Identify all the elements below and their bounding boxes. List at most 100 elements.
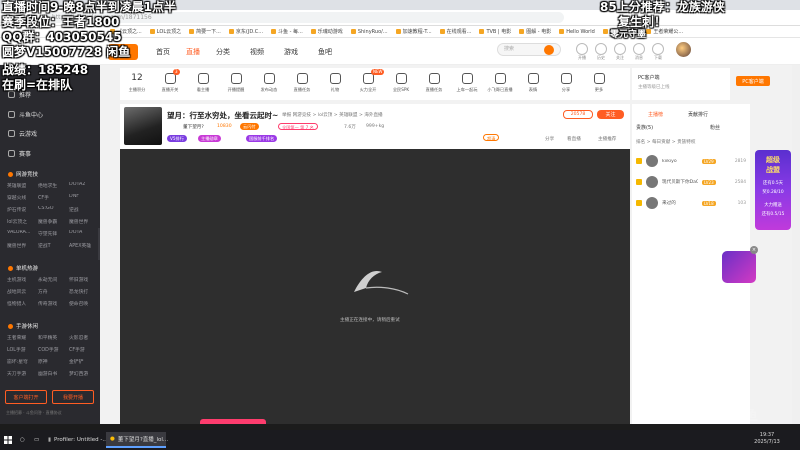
sidebar-category-item[interactable]: 传奇游戏 — [38, 300, 68, 307]
category-item[interactable]: 直播开关 — [155, 70, 185, 100]
category-item[interactable]: 礼物 — [320, 70, 350, 100]
download-icon[interactable] — [652, 43, 664, 55]
follow-button[interactable]: 关注 — [597, 110, 624, 119]
sidebar-category-item[interactable]: 魔兽争霸 — [38, 218, 68, 225]
sidebar-category-item[interactable]: CF手 — [38, 194, 68, 201]
follow-icon[interactable] — [614, 43, 626, 55]
bookmark-item[interactable]: Hello World — [559, 29, 595, 35]
sidebar-category-item[interactable]: 战地风云 — [7, 288, 37, 295]
sidebar-category-item[interactable]: DOTA — [69, 230, 99, 235]
tab-noble[interactable]: 贵族(5) — [636, 124, 653, 131]
sidebar-category-item[interactable]: 恐龙快打 — [69, 288, 99, 295]
quality-tag[interactable]: 超清 — [483, 134, 500, 141]
sidebar-category-item[interactable]: 和平精英 — [38, 334, 68, 341]
sidebar-category-item[interactable]: 怪物猎人 — [7, 300, 37, 307]
tag-v5[interactable]: V5排行 — [167, 135, 187, 142]
page-scrollbar[interactable] — [792, 65, 800, 424]
category-item[interactable]: 看主播 — [188, 70, 218, 100]
floating-promo[interactable] — [722, 251, 756, 283]
sidebar-category-item[interactable]: 穿越火线 — [7, 194, 37, 201]
bookmark-item[interactable]: 加速教程-T... — [395, 28, 432, 35]
sidebar-category-item[interactable]: 王者荣耀 — [7, 334, 37, 341]
taskview-icon[interactable]: ▭ — [30, 432, 44, 448]
start-live-icon[interactable] — [576, 43, 588, 55]
user-avatar[interactable] — [676, 42, 691, 57]
share-button[interactable]: 分享 — [545, 136, 554, 142]
sidebar-section-title[interactable]: 手游休闲 — [8, 322, 38, 330]
sidebar-category-item[interactable]: 原神 — [38, 358, 68, 365]
bookmark-item[interactable]: LOL云顶之 — [149, 28, 181, 35]
open-client-button[interactable]: 客户端打开 — [5, 390, 47, 404]
rank-avatar[interactable] — [646, 155, 658, 167]
taskbar-app-chrome[interactable]: ● 董下望月?直播_lol... — [106, 432, 168, 448]
category-item[interactable]: 更多 — [584, 70, 614, 100]
watch-button[interactable]: 看直播 — [567, 136, 581, 142]
windows-start-icon[interactable] — [0, 432, 16, 448]
sidebar-category-item[interactable]: 守望先锋 — [38, 230, 68, 237]
sidebar-category-item[interactable]: 天刀手游 — [7, 370, 37, 377]
sidebar-category-item[interactable]: COD手游 — [38, 346, 68, 353]
sidebar-category-item[interactable]: 金铲铲 — [69, 358, 99, 365]
sidebar-category-item[interactable]: 永劫无间 — [38, 276, 68, 283]
category-item[interactable]: 分享 — [551, 70, 581, 100]
sidebar-category-item[interactable]: 逆战T — [38, 242, 68, 249]
category-item[interactable]: 12 主播积分 — [122, 70, 152, 100]
nav-video[interactable]: 视频 — [250, 47, 264, 57]
sidebar-category-item[interactable]: 主机游戏 — [7, 276, 37, 283]
bookmark-item[interactable]: ShinyRuo/... — [350, 29, 388, 35]
tag-ranking[interactable]: 国服前千排名 — [246, 135, 278, 142]
streamer-name[interactable]: 董下望月? — [183, 124, 204, 130]
bookmark-item[interactable]: 斗鱼 - 每... — [271, 28, 303, 35]
bookmark-item[interactable]: TVB | 电影 — [479, 28, 511, 35]
sidebar-category-item[interactable]: 英雄联盟 — [7, 182, 37, 189]
sidebar-category-item[interactable]: lol云顶之 — [7, 218, 37, 225]
category-item[interactable]: 直播任务 — [419, 70, 449, 100]
sidebar-category-item[interactable]: CS:GO — [38, 206, 68, 211]
sidebar-category-item[interactable]: 梦幻西游 — [69, 370, 99, 377]
category-item[interactable]: 开播提醒 — [221, 70, 251, 100]
bookmark-item[interactable]: 在线观看... — [439, 28, 471, 35]
bookmark-item[interactable]: 图解 - 电影 — [519, 28, 551, 35]
history-icon[interactable] — [595, 43, 607, 55]
search-icon[interactable] — [544, 45, 554, 55]
rank-row[interactable]: kiikiyo LV29 2819 — [636, 152, 746, 170]
rank-row[interactable]: 现代贝斯下你DaO LV23 2584 — [636, 173, 746, 191]
taskbar-app-profiler[interactable]: ▮ Profiler: Untitled -... — [44, 432, 108, 448]
sidebar-category-item[interactable]: 使命召唤 — [69, 300, 99, 307]
sidebar-item-cloud-game[interactable]: 云游戏 — [8, 129, 37, 138]
sidebar-section-title[interactable]: 单机热游 — [8, 264, 38, 272]
nav-game[interactable]: 游戏 — [284, 47, 298, 57]
hot-tag[interactable]: 云闪付 — [240, 123, 259, 130]
sidebar-category-item[interactable]: 火影忍者 — [69, 334, 99, 341]
sidebar-category-item[interactable]: 幽游白书 — [38, 370, 68, 377]
bookmark-item[interactable]: 乐魂动游戏 — [310, 28, 343, 35]
streamer-avatar[interactable] — [124, 107, 162, 145]
nav-live[interactable]: 直播 — [186, 47, 200, 57]
sidebar-category-item[interactable]: DOTA2 — [69, 182, 99, 187]
category-item[interactable]: 全民SPK — [386, 70, 416, 100]
sidebar-item-esports[interactable]: 赛事 — [8, 149, 31, 158]
pc-client-button[interactable]: PC客户端 — [736, 76, 770, 86]
category-item[interactable]: 发布动态 — [254, 70, 284, 100]
rank-avatar[interactable] — [646, 197, 658, 209]
sidebar-category-item[interactable]: 逆战 — [69, 206, 99, 213]
nav-yuba[interactable]: 鱼吧 — [318, 47, 332, 57]
sidebar-item-center[interactable]: 斗鱼中心 — [8, 110, 43, 119]
tag-medal[interactable]: 主播勋章 — [198, 135, 221, 142]
category-item[interactable]: 直播任务 — [287, 70, 317, 100]
sidebar-category-item[interactable]: 绝地求生 — [38, 182, 68, 189]
sidebar-category-item[interactable]: 魔兽世界 — [69, 218, 99, 225]
tab-contribution[interactable]: 贡献排行 — [688, 111, 708, 118]
category-item[interactable]: 表情 — [518, 70, 548, 100]
sidebar-category-item[interactable]: 方舟 — [38, 288, 68, 295]
message-icon[interactable] — [633, 43, 645, 55]
bookmark-item[interactable]: 京东(JD.C... — [228, 28, 263, 35]
nav-home[interactable]: 首页 — [156, 47, 170, 57]
sidebar-category-item[interactable]: VALORA... — [7, 230, 37, 235]
tab-fans[interactable]: 粉丝 — [710, 124, 720, 131]
sidebar-category-item[interactable]: LOL手游 — [7, 346, 37, 353]
sidebar-section-title[interactable]: 网游竞技 — [8, 170, 38, 178]
start-live-button[interactable]: 我要开播 — [52, 390, 94, 404]
sidebar-category-item[interactable]: APEX英雄 — [69, 242, 99, 249]
sidebar-category-item[interactable]: 魔兽世界 — [7, 242, 37, 249]
